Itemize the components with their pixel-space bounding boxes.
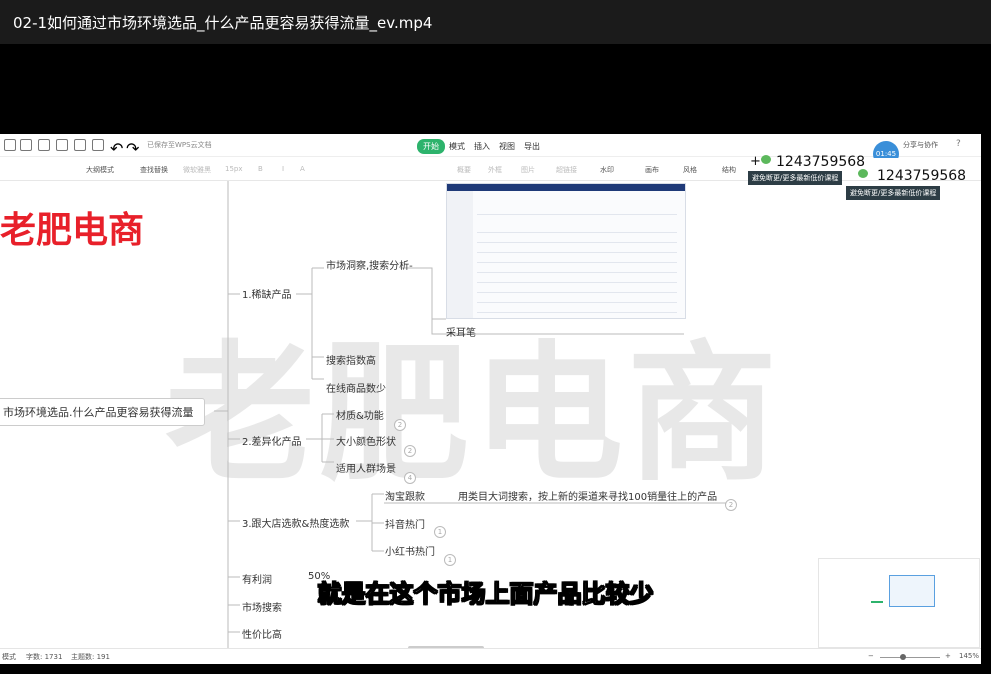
root-node[interactable]: 市场环境选品.什么产品更容易获得流量 <box>0 398 205 426</box>
node-taobao-follow[interactable]: 淘宝跟款 <box>385 488 425 503</box>
style-button[interactable]: 风格 <box>683 165 697 175</box>
italic-button[interactable]: I <box>282 165 284 173</box>
plus-sign: + <box>750 154 761 169</box>
download-icon[interactable] <box>38 139 50 151</box>
font-color-button[interactable]: A <box>300 165 305 173</box>
screenshot-sidebar <box>447 191 473 318</box>
screenshot-row <box>477 302 677 303</box>
outer-frame-button[interactable]: 外框 <box>488 165 502 175</box>
screenshot-row <box>477 292 677 293</box>
format-painter-icon[interactable] <box>92 139 104 151</box>
node-target-audience[interactable]: 适用人群场景 <box>336 460 396 475</box>
count-badge: 2 <box>394 419 406 431</box>
video-subtitle: 就是在这个市场上面产品比较少 <box>317 580 654 609</box>
save-icon[interactable] <box>20 139 32 151</box>
zoom-level: 145% <box>959 652 980 660</box>
zoom-slider-handle[interactable] <box>900 654 906 660</box>
branch-differentiated-products[interactable]: 2.差异化产品 <box>242 433 302 448</box>
status-bar: 模式 字数: 1731 主题数: 191 − + 145% <box>0 648 981 664</box>
embedded-screenshot[interactable] <box>446 183 686 319</box>
title-bar: 02-1如何通过市场环境选品_什么产品更容易获得流量_ev.mp4 <box>0 0 991 44</box>
contact-number-right: 1243759568 <box>877 168 967 184</box>
help-icon[interactable]: ? <box>956 139 961 149</box>
node-material-function[interactable]: 材质&功能 <box>336 407 384 422</box>
watermark-button[interactable]: 水印 <box>600 165 614 175</box>
screenshot-row <box>477 282 677 283</box>
print-icon[interactable] <box>74 139 86 151</box>
zoom-in-icon[interactable]: + <box>945 652 951 660</box>
tab-export[interactable]: 导出 <box>518 139 546 154</box>
node-douyin-hot[interactable]: 抖音热门 <box>385 516 425 531</box>
canvas-button[interactable]: 画布 <box>645 165 659 175</box>
screenshot-row <box>477 312 677 313</box>
tab-mode[interactable]: 模式 <box>443 139 471 154</box>
find-replace-button[interactable]: 查找替换 <box>140 165 168 175</box>
image-button[interactable]: 图片 <box>521 165 535 175</box>
font-size-select[interactable]: 15px <box>225 165 243 173</box>
count-badge: 2 <box>404 445 416 457</box>
export-icon[interactable] <box>56 139 68 151</box>
node-cost-effective[interactable]: 性价比高 <box>242 626 282 641</box>
tab-start[interactable]: 开始 <box>417 139 445 154</box>
mode-label[interactable]: 模式 <box>2 652 16 662</box>
wechat-icon <box>858 169 868 178</box>
node-market-insight[interactable]: 市场洞察,搜索分析- <box>326 257 413 272</box>
summary-button[interactable]: 概要 <box>457 165 471 175</box>
count-badge: 4 <box>404 472 416 484</box>
contact-tag-right: 避免断更/更多最新低价课程 <box>846 186 941 200</box>
screenshot-row <box>477 252 677 253</box>
node-high-search-index[interactable]: 搜索指数高 <box>326 352 376 367</box>
redo-icon[interactable]: ↷ <box>126 139 139 158</box>
save-status: 已保存至WPS云文档 <box>147 141 212 149</box>
screenshot-row <box>477 214 677 215</box>
share-button[interactable]: 分享与协作 <box>903 140 938 150</box>
count-badge: 1 <box>444 554 456 566</box>
zoom-slider[interactable] <box>880 657 940 658</box>
wechat-icon <box>761 155 771 164</box>
bold-button[interactable]: B <box>258 165 263 173</box>
outline-mode-button[interactable]: 大纲模式 <box>86 165 114 175</box>
topic-count: 主题数: 191 <box>71 653 110 661</box>
branch-follow-big-stores[interactable]: 3.跟大店选款&热度选款 <box>242 515 349 530</box>
hyperlink-button[interactable]: 超链接 <box>556 165 577 175</box>
contact-number-top: 1243759568 <box>776 154 866 170</box>
branch-scarce-products[interactable]: 1.稀缺产品 <box>242 286 292 301</box>
node-ear-pick[interactable]: 采耳笔 <box>446 324 476 339</box>
screenshot-navbar <box>447 184 685 191</box>
structure-button[interactable]: 结构 <box>722 165 736 175</box>
font-select[interactable]: 微软雅黑 <box>183 165 211 175</box>
menu-icon[interactable] <box>4 139 16 151</box>
tab-view[interactable]: 视图 <box>493 139 521 154</box>
node-xiaohongshu-hot[interactable]: 小红书热门 <box>385 543 435 558</box>
video-title: 02-1如何通过市场环境选品_什么产品更容易获得流量_ev.mp4 <box>13 14 433 32</box>
node-few-online-items[interactable]: 在线商品数少 <box>326 380 386 395</box>
screenshot-row <box>477 232 677 233</box>
screenshot-row <box>477 262 677 263</box>
count-badge: 2 <box>725 499 737 511</box>
screenshot-row <box>477 242 677 243</box>
node-search-note[interactable]: 用类目大词搜索，按上新的渠道来寻找100销量往上的产品 <box>458 488 717 503</box>
screenshot-row <box>477 272 677 273</box>
contact-tag-top: 避免断更/更多最新低价课程 <box>748 171 843 185</box>
undo-icon[interactable]: ↶ <box>110 139 123 158</box>
count-badge: 1 <box>434 526 446 538</box>
tab-insert[interactable]: 插入 <box>468 139 496 154</box>
node-size-color-shape[interactable]: 大小颜色形状 <box>336 433 396 448</box>
word-count: 字数: 1731 <box>26 653 63 661</box>
zoom-out-icon[interactable]: − <box>868 652 874 660</box>
